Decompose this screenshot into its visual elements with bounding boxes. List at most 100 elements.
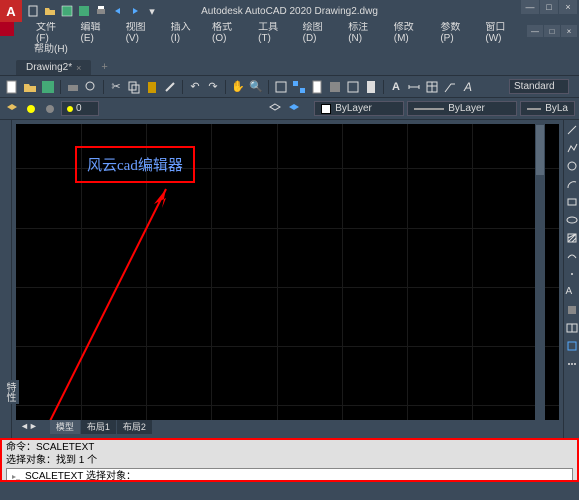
model-tabs: 模型 布局1 布局2: [50, 419, 152, 434]
annotation-text-box: 风云cad编辑器: [75, 146, 195, 183]
tool-tablestyle-icon[interactable]: [424, 79, 440, 95]
tab-label: Drawing2*: [26, 62, 72, 73]
region-tool-icon[interactable]: [566, 304, 578, 316]
document-tabs: Drawing2* × +: [0, 56, 579, 76]
command-input[interactable]: SCALETEXT 选择对象：: [6, 468, 573, 482]
app-logo[interactable]: A: [0, 0, 22, 22]
tool-mleader-icon[interactable]: [442, 79, 458, 95]
main-toolbar: ✂ ↶ ↷ ✋ 🔍 A A Standard: [0, 76, 579, 98]
lw-swatch: [527, 108, 541, 110]
tool-cut-icon[interactable]: ✂: [108, 79, 124, 95]
tool-sheet-icon[interactable]: [309, 79, 325, 95]
tool-preview-icon[interactable]: [83, 79, 99, 95]
tab-layout1[interactable]: 布局1: [81, 419, 116, 434]
tool-print-icon[interactable]: [65, 79, 81, 95]
style-selector[interactable]: Standard: [509, 79, 569, 94]
layer-iso-icon[interactable]: [267, 101, 283, 117]
rect-tool-icon[interactable]: [566, 196, 578, 208]
tool-pan-icon[interactable]: ✋: [230, 79, 246, 95]
app-badge: [0, 22, 14, 36]
tab-add-button[interactable]: +: [93, 59, 115, 75]
tool-props-icon[interactable]: [273, 79, 289, 95]
layer-off-icon[interactable]: [42, 101, 58, 117]
tool-textstyle-icon[interactable]: A: [388, 79, 404, 95]
drawing-canvas[interactable]: 风云cad编辑器: [16, 124, 559, 420]
line-swatch: [414, 108, 444, 110]
command-history-2: 选择对象：找到 1 个: [6, 454, 573, 467]
tab-close-icon[interactable]: ×: [76, 63, 81, 73]
tab-drawing2[interactable]: Drawing2* ×: [16, 60, 91, 75]
redo-icon[interactable]: [128, 4, 142, 18]
linetype-selector[interactable]: ByLayer: [407, 101, 517, 116]
dropdown-icon[interactable]: ▾: [145, 4, 159, 18]
block-tool-icon[interactable]: [566, 340, 578, 352]
spline-tool-icon[interactable]: [566, 250, 578, 262]
scroll-right-icon[interactable]: ►: [29, 421, 38, 431]
properties-panel-label[interactable]: 特性: [0, 380, 19, 404]
tool-calc-icon[interactable]: [363, 79, 379, 95]
doc-max-button[interactable]: □: [544, 25, 560, 37]
layer-state-icon[interactable]: [23, 101, 39, 117]
color-swatch: [321, 104, 331, 114]
tool-design-icon[interactable]: [291, 79, 307, 95]
right-tool-strip: A: [563, 120, 579, 438]
line-tool-icon[interactable]: [566, 124, 578, 136]
menu-help[interactable]: 帮助(H): [34, 44, 68, 55]
canvas-text: 风云cad编辑器: [87, 158, 183, 174]
table-tool-icon[interactable]: [566, 322, 578, 334]
quick-access-toolbar: ▾: [26, 4, 159, 18]
tab-model[interactable]: 模型: [50, 419, 80, 434]
doc-min-button[interactable]: —: [527, 25, 543, 37]
tool-redo-icon[interactable]: ↷: [205, 79, 221, 95]
doc-close-button[interactable]: ×: [561, 25, 577, 37]
tool-markup-icon[interactable]: [345, 79, 361, 95]
layer-props-icon[interactable]: [4, 101, 20, 117]
tool-match-icon[interactable]: [162, 79, 178, 95]
color-label: ByLayer: [335, 103, 372, 114]
close-button[interactable]: ×: [559, 0, 577, 14]
scroll-left-icon[interactable]: ◄: [20, 421, 29, 431]
tool-copy-icon[interactable]: [126, 79, 142, 95]
color-selector[interactable]: ByLayer: [314, 101, 404, 116]
layer-selector[interactable]: 0: [61, 101, 99, 116]
tool-zoom-icon[interactable]: 🔍: [248, 79, 264, 95]
lineweight-selector[interactable]: ByLa: [520, 101, 575, 116]
tool-save-icon[interactable]: [40, 79, 56, 95]
new-icon[interactable]: [26, 4, 40, 18]
minimize-button[interactable]: —: [521, 0, 539, 14]
scroll-thumb[interactable]: [536, 125, 544, 175]
linetype-label: ByLayer: [448, 103, 485, 114]
more-tool-icon[interactable]: [566, 358, 578, 370]
point-tool-icon[interactable]: [566, 268, 578, 280]
tool-open-icon[interactable]: [22, 79, 38, 95]
layer-prev-icon[interactable]: [286, 101, 302, 117]
bulb-icon: [66, 105, 74, 113]
circle-tool-icon[interactable]: [566, 160, 578, 172]
tool-undo-icon[interactable]: ↶: [187, 79, 203, 95]
text-tool-icon[interactable]: A: [566, 286, 578, 298]
polyline-tool-icon[interactable]: [566, 142, 578, 154]
undo-icon[interactable]: [111, 4, 125, 18]
command-window: 命令：SCALETEXT 选择对象：找到 1 个 SCALETEXT 选择对象：: [0, 438, 579, 482]
saveas-icon[interactable]: [77, 4, 91, 18]
tool-palette-icon[interactable]: [327, 79, 343, 95]
tool-new-icon[interactable]: [4, 79, 20, 95]
command-prompt-icon: [11, 472, 21, 482]
hatch-tool-icon[interactable]: [566, 232, 578, 244]
ellipse-tool-icon[interactable]: [566, 214, 578, 226]
tab-layout2[interactable]: 布局2: [117, 419, 152, 434]
tool-more-a-icon[interactable]: A: [460, 79, 476, 95]
vertical-scrollbar[interactable]: [535, 124, 545, 420]
print-icon[interactable]: [94, 4, 108, 18]
maximize-button[interactable]: □: [540, 0, 558, 14]
title-bar: A ▾ Autodesk AutoCAD 2020 Drawing2.dwg —…: [0, 0, 579, 22]
menu-bar: 文件(F) 编辑(E) 视图(V) 插入(I) 格式(O) 工具(T) 绘图(D…: [0, 22, 579, 40]
save-icon[interactable]: [60, 4, 74, 18]
window-title: Autodesk AutoCAD 2020 Drawing2.dwg: [201, 6, 378, 17]
arc-tool-icon[interactable]: [566, 178, 578, 190]
open-icon[interactable]: [43, 4, 57, 18]
canvas-wrap: 风云cad编辑器 ◄ ► 模型 布局1 布局2: [12, 120, 563, 438]
tool-dimstyle-icon[interactable]: [406, 79, 422, 95]
tool-paste-icon[interactable]: [144, 79, 160, 95]
command-history-1: 命令：SCALETEXT: [6, 441, 573, 454]
